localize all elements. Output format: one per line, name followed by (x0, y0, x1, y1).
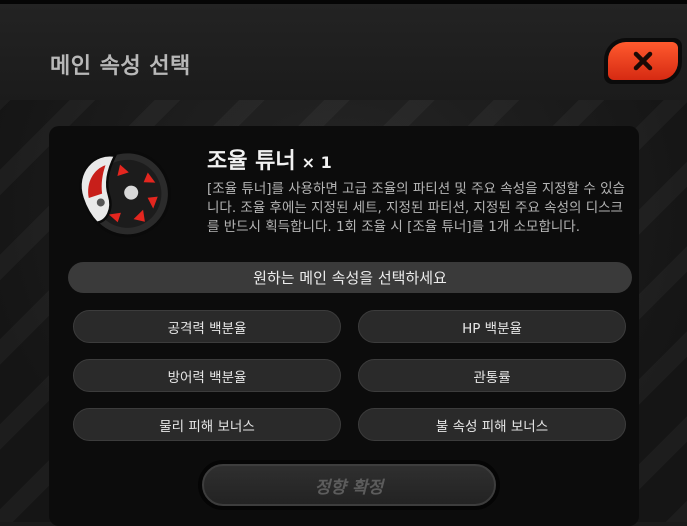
confirm-label: 정향 확정 (202, 464, 496, 506)
confirm-button[interactable]: 정향 확정 (198, 460, 500, 510)
close-icon (633, 51, 653, 71)
close-button[interactable] (604, 38, 682, 84)
option-hp-percent[interactable]: HP 백분율 (358, 310, 626, 343)
item-description: [조율 튜너]를 사용하면 고급 조율의 파티션 및 주요 속성을 지정할 수 … (207, 181, 625, 235)
item-count: × 1 (301, 153, 332, 172)
dialog-title: 메인 속성 선택 (50, 54, 191, 79)
option-pen-ratio[interactable]: 관통률 (358, 359, 626, 392)
option-def-percent[interactable]: 방어력 백분율 (73, 359, 341, 392)
item-name: 조율 튜너 × 1 (207, 149, 332, 174)
option-atk-percent[interactable]: 공격력 백분율 (73, 310, 341, 343)
option-physical-dmg-bonus[interactable]: 물리 피해 보너스 (73, 408, 341, 441)
dialog-header: 메인 속성 선택 (0, 0, 687, 100)
select-prompt: 원하는 메인 속성을 선택하세요 (68, 262, 632, 293)
option-fire-dmg-bonus[interactable]: 불 속성 피해 보너스 (358, 408, 626, 441)
tuner-disc-icon (79, 150, 171, 238)
